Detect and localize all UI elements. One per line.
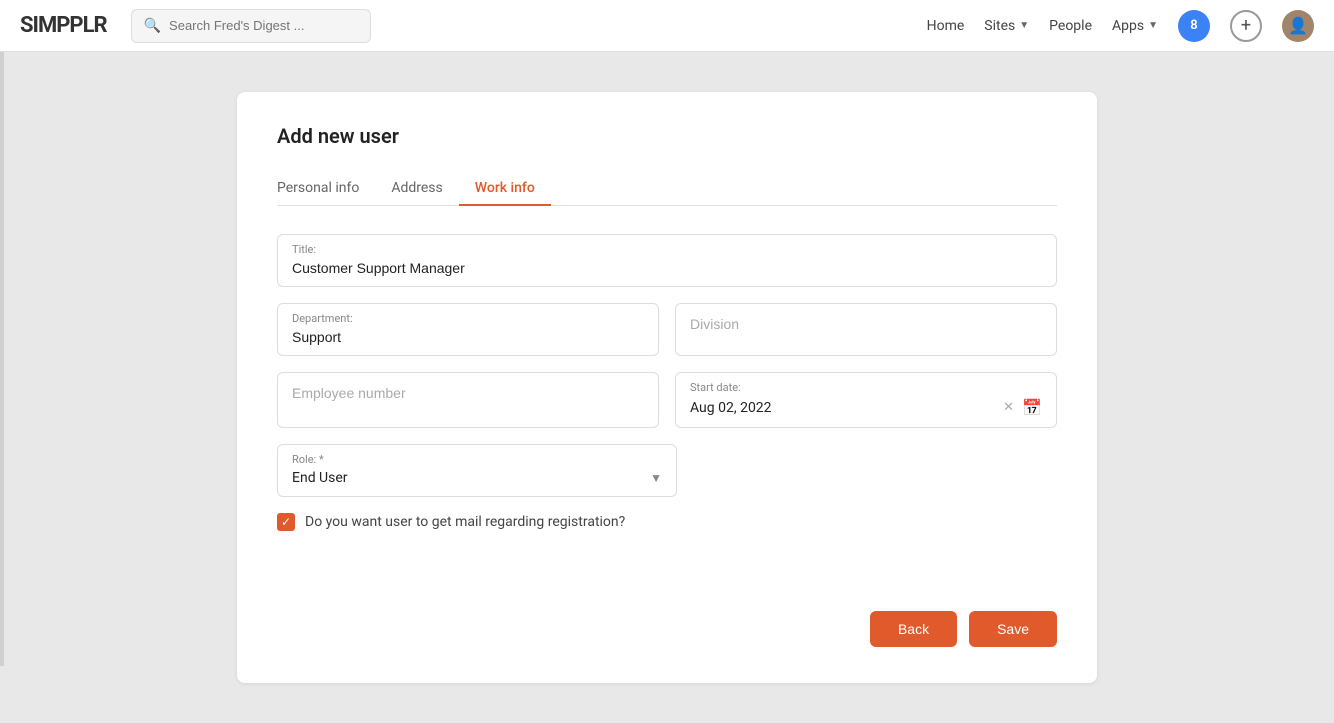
- page-title: Add new user: [277, 124, 1057, 148]
- employee-number-input[interactable]: [292, 385, 644, 401]
- department-label: Department:: [292, 312, 644, 325]
- dept-division-row: Department:: [277, 303, 1057, 356]
- email-checkbox[interactable]: ✓: [277, 513, 295, 531]
- search-bar[interactable]: 🔍: [131, 9, 371, 43]
- division-input[interactable]: [690, 316, 1042, 332]
- start-date-label: Start date:: [690, 381, 1042, 394]
- apps-chevron-icon: ▼: [1148, 20, 1158, 31]
- nav-apps[interactable]: Apps ▼: [1112, 18, 1158, 34]
- email-checkbox-label: Do you want user to get mail regarding r…: [305, 514, 625, 530]
- department-input[interactable]: [292, 329, 644, 345]
- title-input[interactable]: [292, 260, 1042, 276]
- add-button[interactable]: +: [1230, 10, 1262, 42]
- nav-people[interactable]: People: [1049, 18, 1092, 34]
- role-value: End User: [292, 470, 348, 486]
- start-date-value: Aug 02, 2022: [690, 400, 772, 416]
- division-field: [675, 303, 1057, 356]
- email-checkbox-row: ✓ Do you want user to get mail regarding…: [277, 513, 1057, 531]
- start-date-field: Start date: Aug 02, 2022 ✕ 📅: [675, 372, 1057, 428]
- role-chevron-icon: ▼: [650, 471, 662, 485]
- role-row: Role: * End User ▼: [277, 444, 1057, 497]
- tab-address[interactable]: Address: [375, 172, 458, 206]
- form-footer: Back Save: [277, 611, 1057, 647]
- logo: SIMPPLR: [20, 13, 107, 38]
- role-field[interactable]: Role: * End User ▼: [277, 444, 677, 497]
- title-field: Title:: [277, 234, 1057, 287]
- nav-links: Home Sites ▼ People Apps ▼ 8 + 👤: [927, 10, 1314, 42]
- department-field: Department:: [277, 303, 659, 356]
- sites-chevron-icon: ▼: [1019, 20, 1029, 31]
- user-avatar[interactable]: 👤: [1282, 10, 1314, 42]
- tab-work-info[interactable]: Work info: [459, 172, 551, 206]
- role-label: Role: *: [292, 453, 662, 466]
- tab-bar: Personal info Address Work info: [277, 172, 1057, 206]
- notification-badge[interactable]: 8: [1178, 10, 1210, 42]
- back-button[interactable]: Back: [870, 611, 957, 647]
- nav-home[interactable]: Home: [927, 18, 965, 34]
- main-content: Add new user Personal info Address Work …: [0, 52, 1334, 723]
- search-icon: 🔍: [144, 18, 161, 34]
- header: SIMPPLR 🔍 Home Sites ▼ People Apps ▼ 8 +…: [0, 0, 1334, 52]
- nav-sites[interactable]: Sites ▼: [984, 18, 1029, 34]
- title-label: Title:: [292, 243, 1042, 256]
- calendar-icon[interactable]: 📅: [1022, 398, 1042, 417]
- tab-personal-info[interactable]: Personal info: [277, 172, 375, 206]
- checkmark-icon: ✓: [281, 516, 291, 528]
- save-button[interactable]: Save: [969, 611, 1057, 647]
- add-user-card: Add new user Personal info Address Work …: [237, 92, 1097, 683]
- search-input[interactable]: [169, 18, 358, 33]
- date-clear-icon[interactable]: ✕: [1003, 400, 1014, 415]
- employee-number-field: [277, 372, 659, 428]
- empnum-startdate-row: Start date: Aug 02, 2022 ✕ 📅: [277, 372, 1057, 428]
- left-strip: [0, 52, 4, 666]
- title-row: Title:: [277, 234, 1057, 287]
